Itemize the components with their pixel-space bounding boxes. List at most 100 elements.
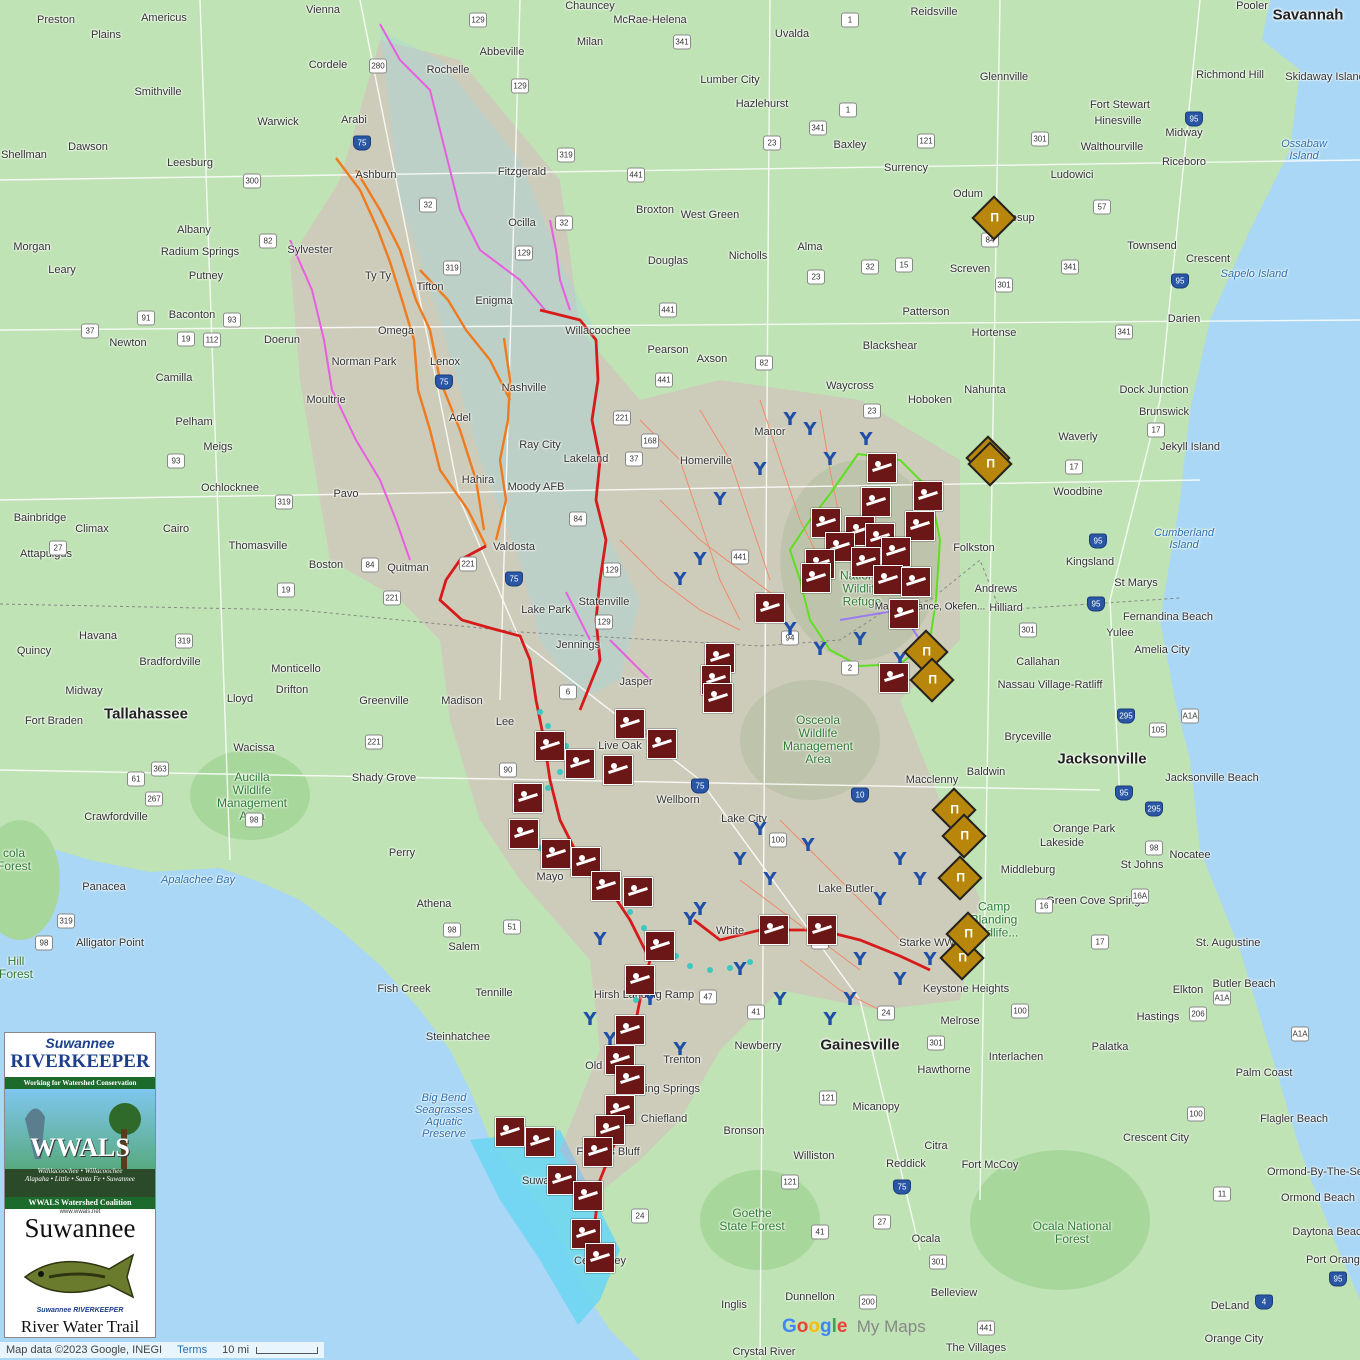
spring-waypoint-icon[interactable]: Y [820,1010,840,1030]
spring-waypoint-icon[interactable]: Y [890,970,910,990]
spring-waypoint-icon[interactable]: Y [850,950,870,970]
terms-link[interactable]: Terms [177,1344,207,1356]
boat-ramp-icon[interactable] [861,487,891,517]
boat-ramp-icon[interactable] [625,965,655,995]
interstate-shield: 10 [851,787,869,803]
route-shield: 301 [929,1254,947,1270]
boat-ramp-icon[interactable] [623,877,653,907]
goethe-area [700,1170,820,1270]
water-trail-dot[interactable] [537,709,543,715]
boat-ramp-icon[interactable] [591,871,621,901]
campground-glyph: Π [986,456,996,471]
logo-coalition: WWALS Watershed Coalition [5,1197,155,1209]
boat-ramp-icon[interactable] [585,1243,615,1273]
water-trail-dot[interactable] [633,997,639,1003]
route-shield: 221 [383,590,401,606]
spring-waypoint-icon[interactable]: Y [730,850,750,870]
spring-waypoint-icon[interactable]: Y [800,420,820,440]
map-canvas[interactable] [0,0,1360,1360]
boat-ramp-icon[interactable] [565,749,595,779]
boat-ramp-icon[interactable] [495,1117,525,1147]
spring-waypoint-icon[interactable]: Y [580,1010,600,1030]
route-shield: A1A [1213,990,1231,1006]
boat-ramp-icon[interactable] [615,1015,645,1045]
water-trail-dot[interactable] [545,723,551,729]
boat-ramp-icon[interactable] [535,731,565,761]
boat-ramp-icon[interactable] [867,453,897,483]
boat-ramp-icon[interactable] [755,593,785,623]
spring-waypoint-icon[interactable]: Y [590,930,610,950]
boat-ramp-icon[interactable] [573,1181,603,1211]
spring-waypoint-icon[interactable]: Y [820,450,840,470]
spring-waypoint-icon[interactable]: Y [890,850,910,870]
route-shield: 100 [1187,1106,1205,1122]
spring-waypoint-icon[interactable]: Y [760,870,780,890]
spring-waypoint-icon[interactable]: Y [750,460,770,480]
route-shield: 11 [1213,1186,1231,1202]
route-shield: 280 [369,58,387,74]
spring-waypoint-icon[interactable]: Y [840,990,860,1010]
boat-ramp-icon[interactable] [603,755,633,785]
water-trail-dot[interactable] [545,785,551,791]
boat-ramp-icon[interactable] [513,783,543,813]
route-shield: 129 [469,12,487,28]
boat-ramp-icon[interactable] [615,1065,645,1095]
interstate-shield: 75 [435,374,453,390]
boat-ramp-icon[interactable] [509,819,539,849]
interstate-shield: 75 [893,1179,911,1195]
spring-waypoint-icon[interactable]: Y [920,950,940,970]
boat-ramp-icon[interactable] [873,565,903,595]
route-shield: 221 [613,410,631,426]
route-shield: 221 [365,734,383,750]
boat-ramp-icon[interactable] [541,839,571,869]
route-shield: 98 [1145,840,1163,856]
route-shield: 51 [503,919,521,935]
boat-ramp-icon[interactable] [879,663,909,693]
route-shield: 98 [245,812,263,828]
spring-waypoint-icon[interactable]: Y [780,410,800,430]
route-shield: 17 [1147,422,1165,438]
boat-ramp-icon[interactable] [615,709,645,739]
spring-waypoint-icon[interactable]: Y [780,620,800,640]
boat-ramp-icon[interactable] [801,563,831,593]
water-trail-dot[interactable] [627,909,633,915]
spring-waypoint-icon[interactable]: Y [856,430,876,450]
spring-waypoint-icon[interactable]: Y [910,870,930,890]
boat-ramp-icon[interactable] [889,599,919,629]
boat-ramp-icon[interactable] [807,915,837,945]
boat-ramp-icon[interactable] [647,729,677,759]
spring-waypoint-icon[interactable]: Y [680,910,700,930]
route-shield: 17 [1091,934,1109,950]
spring-waypoint-icon[interactable]: Y [690,550,710,570]
boat-ramp-icon[interactable] [583,1137,613,1167]
spring-waypoint-icon[interactable]: Y [798,836,818,856]
spring-waypoint-icon[interactable]: Y [670,1040,690,1060]
route-shield: 363 [151,761,169,777]
boat-ramp-icon[interactable] [901,567,931,597]
route-shield: 441 [627,167,645,183]
spring-waypoint-icon[interactable]: Y [710,490,730,510]
spring-waypoint-icon[interactable]: Y [750,820,770,840]
boat-ramp-icon[interactable] [525,1127,555,1157]
boat-ramp-icon[interactable] [759,915,789,945]
spring-waypoint-icon[interactable]: Y [770,990,790,1010]
spring-waypoint-icon[interactable]: Y [670,570,690,590]
route-shield: 19 [177,331,195,347]
water-trail-dot[interactable] [687,963,693,969]
spring-waypoint-icon[interactable]: Y [810,640,830,660]
route-shield: 17 [1065,459,1083,475]
logo-suwannee: Suwannee [24,1213,136,1243]
boat-ramp-icon[interactable] [645,931,675,961]
route-shield: 129 [595,614,613,630]
water-trail-dot[interactable] [707,967,713,973]
boat-ramp-icon[interactable] [881,537,911,567]
spring-waypoint-icon[interactable]: Y [850,630,870,650]
route-shield: 301 [1031,131,1049,147]
route-shield: 319 [57,913,75,929]
spring-waypoint-icon[interactable]: Y [870,890,890,910]
water-trail-dot[interactable] [557,769,563,775]
boat-ramp-icon[interactable] [913,481,943,511]
boat-ramp-icon[interactable] [703,683,733,713]
route-shield: 15 [895,257,913,273]
spring-waypoint-icon[interactable]: Y [730,960,750,980]
